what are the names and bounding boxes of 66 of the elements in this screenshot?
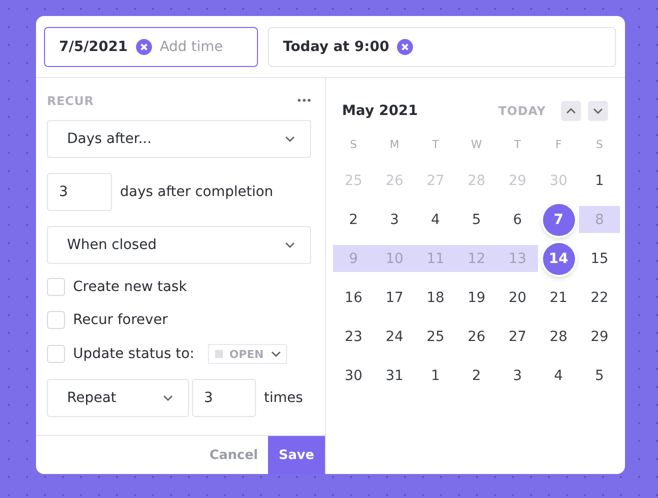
frequency-dropdown[interactable]: Days after... — [47, 120, 311, 158]
weekday-label: F — [554, 136, 563, 152]
calendar-day[interactable]: 15 — [584, 242, 616, 274]
calendar-day[interactable]: 17 — [378, 282, 410, 314]
checkbox-label: Create new task — [73, 279, 187, 295]
section-title: RECUR — [47, 94, 94, 108]
calendar-day[interactable]: 26 — [460, 320, 492, 352]
calendar-day[interactable]: 1 — [584, 164, 616, 196]
calendar-day[interactable]: 22 — [584, 282, 616, 314]
calendar-day[interactable]: 6 — [502, 204, 534, 236]
chevron-icon — [270, 350, 282, 358]
calendar-day[interactable]: 2 — [460, 360, 492, 392]
calendar-day[interactable]: 16 — [338, 282, 370, 314]
weekday-label: M — [388, 136, 400, 152]
weekday-label: S — [595, 136, 604, 152]
trigger-dropdown[interactable]: When closed — [47, 226, 311, 264]
checkbox[interactable] — [47, 278, 65, 296]
checkbox[interactable] — [47, 311, 65, 329]
calendar-day[interactable]: 31 — [378, 360, 410, 392]
calendar-day[interactable]: 5 — [460, 204, 492, 236]
previous-month-button[interactable] — [561, 101, 581, 121]
chevron-down-icon — [592, 107, 604, 115]
checkbox-label: Update status to: — [73, 346, 194, 362]
weekday-label: T — [431, 136, 440, 152]
calendar-day[interactable]: 3 — [378, 204, 410, 236]
calendar-day[interactable]: 21 — [542, 282, 574, 314]
weekday-label: T — [513, 136, 522, 152]
calendar-day[interactable]: 3 — [502, 360, 534, 392]
month-title: May 2021 — [342, 103, 419, 119]
calendar-day[interactable]: 1 — [420, 360, 452, 392]
checkbox-label: Recur forever — [73, 312, 168, 328]
chevron-up-icon — [565, 107, 577, 115]
clear-icon[interactable] — [136, 38, 152, 54]
calendar-day[interactable]: 27 — [502, 320, 534, 352]
calendar-day[interactable]: 20 — [502, 282, 534, 314]
calendar-day[interactable]: 19 — [460, 282, 492, 314]
selected-day[interactable]: 7 — [542, 204, 574, 236]
calendar-day[interactable]: 4 — [542, 360, 574, 392]
weekday-label: S — [349, 136, 358, 152]
save-button[interactable]: Save — [268, 436, 325, 474]
repeat-count-input[interactable]: 3 — [192, 379, 256, 417]
calendar-day[interactable]: 2 — [338, 204, 370, 236]
calendar-day[interactable]: 4 — [420, 204, 452, 236]
clear-icon[interactable] — [397, 38, 414, 54]
calendar-day[interactable]: 28 — [542, 320, 574, 352]
calendar-day[interactable]: 23 — [338, 320, 370, 352]
checkbox[interactable] — [47, 345, 65, 363]
repeat-dropdown[interactable]: Repeat — [47, 379, 189, 417]
interval-label: days after completion — [120, 184, 274, 200]
chevron-icon — [162, 394, 174, 402]
calendar-day[interactable]: 25 — [420, 320, 452, 352]
due-date-field[interactable]: Today at 9:00 — [268, 26, 616, 66]
start-date-field[interactable]: 7/5/2021 Add time — [44, 26, 258, 66]
interval-input[interactable]: 3 — [47, 173, 112, 211]
calendar-day[interactable]: 5 — [584, 360, 616, 392]
next-month-button[interactable] — [588, 101, 608, 121]
chevron-icon — [284, 241, 296, 249]
calendar-day[interactable]: 30 — [338, 360, 370, 392]
calendar-day[interactable]: 29 — [584, 320, 616, 352]
times-label: times — [264, 390, 303, 406]
calendar-day[interactable]: 24 — [378, 320, 410, 352]
weekday-label: W — [470, 136, 483, 152]
selected-day[interactable]: 14 — [542, 242, 574, 274]
calendar-day[interactable]: 18 — [420, 282, 452, 314]
more-button[interactable]: ••• — [296, 96, 311, 106]
chevron-icon — [284, 135, 296, 143]
